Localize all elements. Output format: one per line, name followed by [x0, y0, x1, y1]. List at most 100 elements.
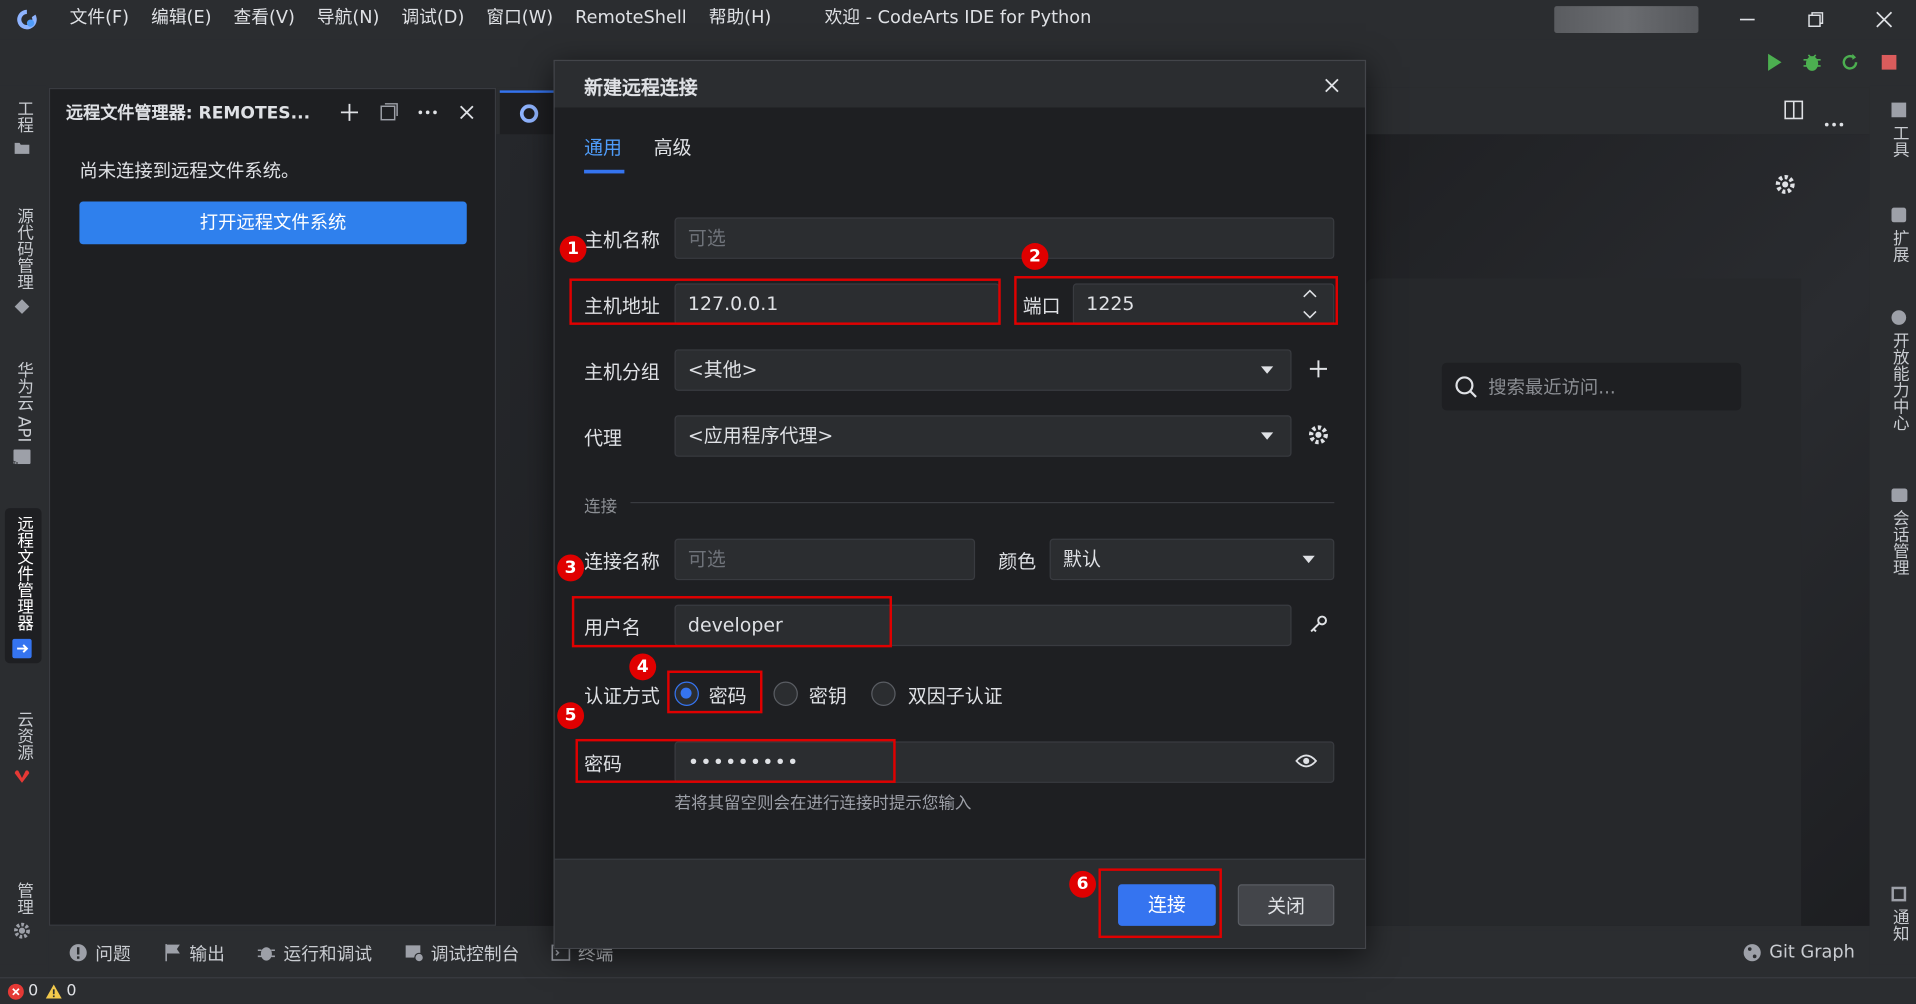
annotation-badge-1: 1	[559, 235, 587, 263]
annotation-box-host-address	[569, 278, 1001, 325]
error-count[interactable]: 0	[28, 982, 38, 1000]
minimize-button[interactable]	[1713, 0, 1781, 39]
activity-remote-file-manager[interactable]: 远程文件管理器	[4, 508, 42, 663]
close-panel-icon[interactable]	[456, 101, 478, 123]
host-group-chevron-down-icon	[1261, 366, 1274, 374]
menu-navigate[interactable]: 导航(N)	[306, 0, 391, 39]
section-connection-label: 连接	[584, 497, 618, 517]
recent-search-input[interactable]: 搜索最近访问...	[1441, 362, 1742, 411]
tab-output[interactable]: 输出	[163, 940, 225, 966]
chat-icon	[1890, 488, 1907, 502]
menu-edit[interactable]: 编辑(E)	[140, 0, 222, 39]
activity-manage[interactable]: 管理	[10, 882, 37, 939]
annotation-box-auth-password	[667, 670, 763, 714]
color-select[interactable]: 默认	[1049, 538, 1335, 581]
debug-icon[interactable]	[1801, 51, 1823, 73]
rerun-icon[interactable]	[1839, 51, 1861, 73]
menu-debug[interactable]: 调试(D)	[390, 0, 475, 39]
connection-name-input[interactable]: 可选	[674, 538, 976, 581]
extensions-icon	[1891, 207, 1907, 223]
tab-debug-console[interactable]: 调试控制台	[404, 940, 519, 966]
left-activity-bar: 工程 源代码管理 华为云 APIAPI 远程文件管理器 云资源 管理	[0, 85, 47, 965]
activity-project[interactable]: 工程	[10, 100, 37, 157]
search-icon	[1454, 374, 1478, 398]
host-name-label: 主机名称	[584, 229, 660, 252]
activity-huawei-api[interactable]: 华为云 APIAPI	[10, 362, 37, 473]
open-remote-fs-button[interactable]: 打开远程文件系统	[79, 201, 467, 245]
debug-console-icon	[404, 943, 424, 963]
tab-problems[interactable]: 问题	[68, 940, 131, 966]
collapse-icon[interactable]	[378, 101, 400, 123]
activity-notifications[interactable]: 通知	[1884, 886, 1911, 942]
close-button[interactable]: 关闭	[1237, 884, 1335, 926]
run-icon[interactable]	[1763, 51, 1785, 73]
menu-window[interactable]: 窗口(W)	[475, 0, 564, 39]
not-connected-message: 尚未连接到远程文件系统。	[79, 160, 300, 182]
color-label: 颜色	[998, 550, 1037, 573]
split-editor-icon[interactable]	[1784, 100, 1806, 122]
new-remote-connection-dialog: 新建远程连接 通用 高级 主机名称 可选 主机地址 127.0.0.1 端口 1…	[553, 59, 1367, 950]
welcome-tab-icon	[519, 104, 539, 128]
color-chevron-down-icon	[1302, 555, 1315, 564]
error-icon	[7, 983, 24, 1000]
menu-file[interactable]: 文件(F)	[59, 0, 140, 39]
status-bar: 0 0	[0, 977, 1916, 1004]
show-password-eye-icon[interactable]	[1295, 751, 1319, 773]
proxy-select[interactable]: <应用程序代理>	[674, 415, 1292, 457]
dialog-close-icon[interactable]	[1320, 73, 1344, 97]
auth-2fa-radio[interactable]	[871, 681, 896, 706]
annotation-box-connect	[1098, 868, 1222, 939]
svg-text:API: API	[13, 461, 19, 465]
activity-cloud-resources[interactable]: 云资源	[10, 711, 37, 785]
editor-more-icon[interactable]	[1824, 109, 1846, 127]
password-hint: 若将其留空则会在进行连接时提示您输入	[674, 793, 972, 814]
annotation-box-port	[1014, 276, 1338, 325]
more-icon[interactable]	[417, 101, 439, 123]
host-name-input[interactable]: 可选	[674, 217, 1335, 259]
restore-button[interactable]	[1782, 0, 1850, 39]
host-group-label: 主机分组	[584, 361, 660, 384]
stop-icon[interactable]	[1878, 51, 1900, 73]
git-graph-icon	[1742, 943, 1762, 963]
activity-source-control[interactable]: 源代码管理	[10, 208, 37, 315]
add-group-icon[interactable]	[1309, 359, 1331, 381]
connection-name-label: 连接名称	[584, 550, 660, 573]
tab-run-debug[interactable]: 运行和调试	[257, 940, 372, 966]
add-icon[interactable]	[338, 101, 360, 123]
warning-count[interactable]: 0	[66, 982, 76, 1000]
codearts-logo-icon	[12, 5, 41, 34]
git-graph-button[interactable]: Git Graph	[1742, 943, 1855, 963]
menu-remoteshell[interactable]: RemoteShell	[564, 0, 698, 39]
auth-key-option[interactable]: 密钥	[809, 682, 847, 709]
source-control-icon	[14, 297, 32, 314]
account-area[interactable]	[1554, 6, 1699, 33]
menu-help[interactable]: 帮助(H)	[698, 0, 783, 39]
proxy-chevron-down-icon	[1261, 432, 1274, 440]
menu-view[interactable]: 查看(V)	[223, 0, 306, 39]
proxy-label: 代理	[584, 427, 622, 450]
activity-sessions[interactable]: 会话管理	[1884, 488, 1911, 575]
key-icon[interactable]	[1309, 614, 1331, 636]
activity-open-capability[interactable]: 开放能力中心	[1884, 310, 1911, 431]
welcome-tab[interactable]	[499, 90, 561, 135]
annotation-box-password	[575, 738, 896, 783]
tab-advanced[interactable]: 高级	[654, 133, 692, 160]
annotation-badge-3: 3	[557, 554, 585, 582]
gear-icon	[14, 922, 32, 939]
auth-2fa-option[interactable]: 双因子认证	[908, 682, 1003, 709]
recent-search-placeholder: 搜索最近访问...	[1488, 376, 1616, 399]
tab-general[interactable]: 通用	[584, 133, 622, 160]
activity-extensions[interactable]: 扩展	[1884, 207, 1911, 263]
annotation-badge-6: 6	[1069, 870, 1097, 898]
host-group-select[interactable]: <其他>	[674, 349, 1292, 391]
tools-icon	[1891, 102, 1907, 118]
welcome-settings-gear-icon[interactable]	[1774, 173, 1798, 197]
right-activity-bar: 工具 扩展 开放能力中心 会话管理 通知	[1869, 85, 1916, 965]
notification-icon	[1891, 886, 1907, 902]
capability-icon	[1891, 310, 1907, 325]
bug-icon	[257, 943, 277, 963]
proxy-settings-gear-icon[interactable]	[1307, 424, 1331, 448]
auth-key-radio[interactable]	[773, 681, 798, 706]
close-window-button[interactable]	[1850, 0, 1916, 39]
activity-tools[interactable]: 工具	[1884, 102, 1911, 158]
